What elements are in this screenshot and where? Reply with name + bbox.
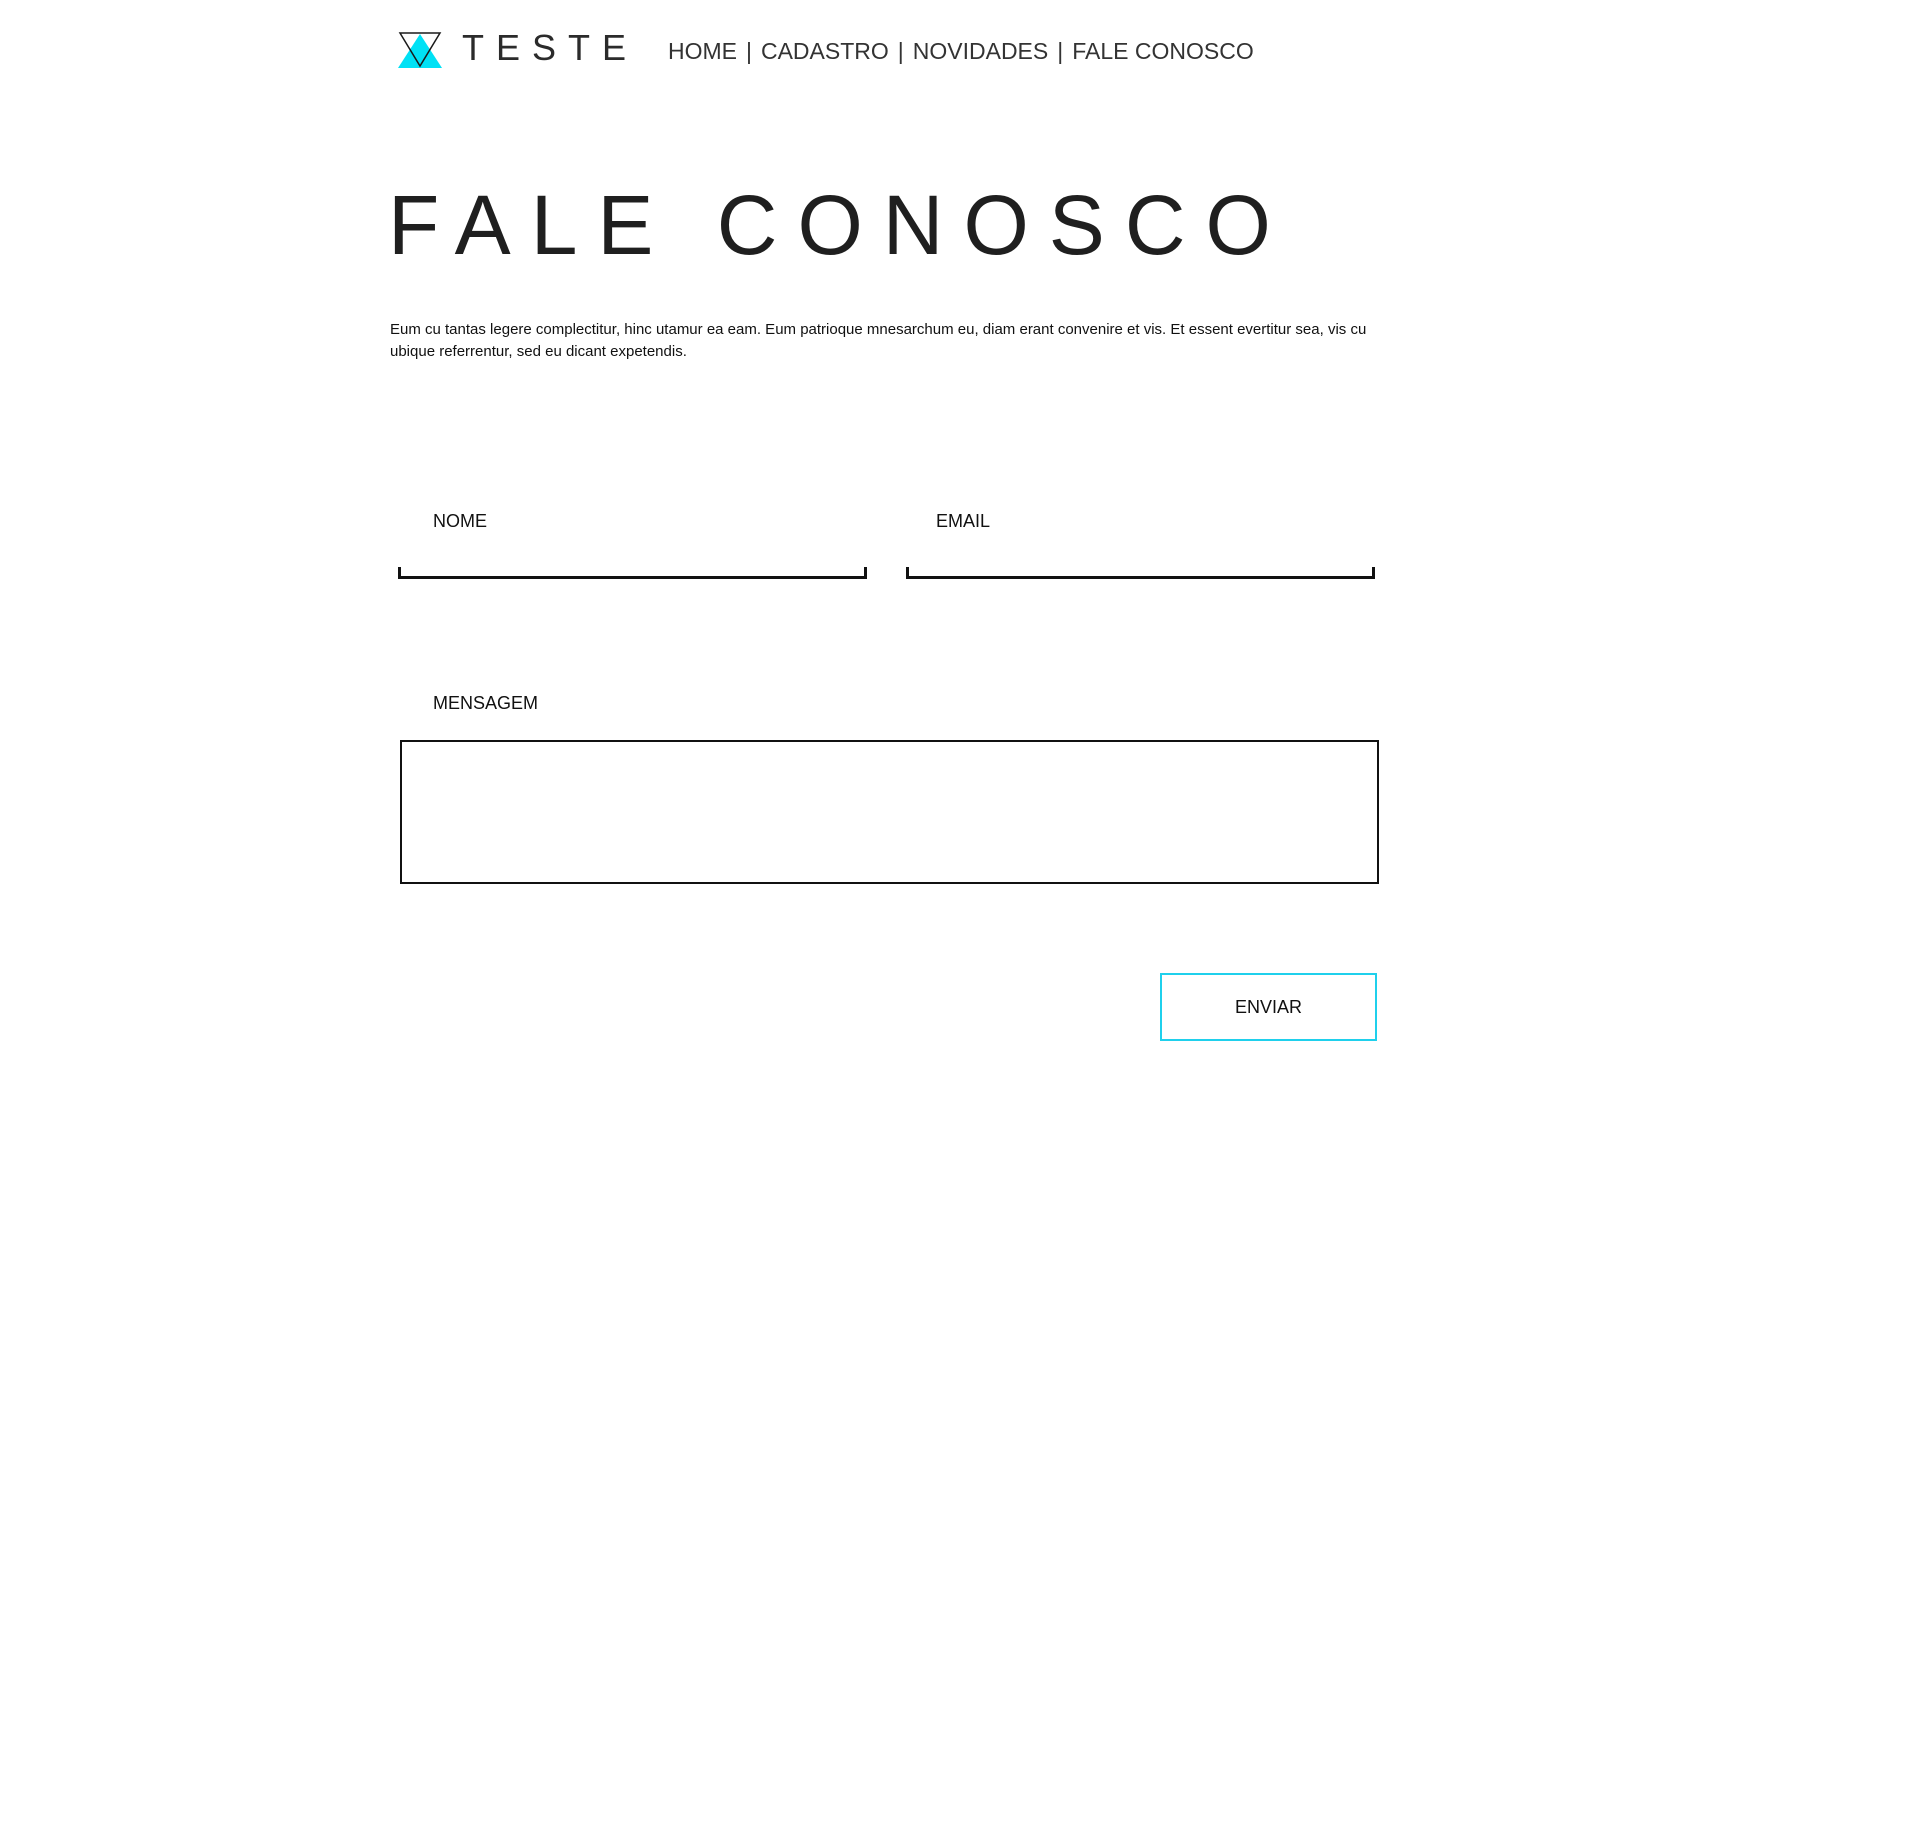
- intro-paragraph: Eum cu tantas legere complectitur, hinc …: [390, 321, 1367, 360]
- nav-item-home[interactable]: HOME: [668, 36, 737, 66]
- site-header: TESTE HOME | CADASTRO | NOVIDADES | FALE…: [0, 0, 1920, 100]
- site-logo-text[interactable]: TESTE: [462, 28, 638, 68]
- nav-item-novidades[interactable]: NOVIDADES: [913, 36, 1048, 66]
- email-field[interactable]: [906, 567, 1375, 579]
- mensagem-label: MENSAGEM: [433, 693, 539, 713]
- email-label: EMAIL: [936, 511, 991, 531]
- nome-label: NOME: [433, 511, 487, 531]
- nav-item-fale-conosco[interactable]: FALE CONOSCO: [1072, 36, 1253, 66]
- nav-separator: |: [746, 38, 752, 64]
- mensagem-textarea[interactable]: [400, 740, 1379, 884]
- triangle-logo-icon[interactable]: [398, 32, 442, 68]
- nav-item-cadastro[interactable]: CADASTRO: [761, 36, 889, 66]
- nome-field[interactable]: [398, 567, 867, 579]
- nav-separator: |: [897, 38, 904, 64]
- page-title: FALE CONOSCO: [388, 178, 1291, 272]
- nav-separator: |: [1057, 38, 1064, 64]
- main-nav: HOME | CADASTRO | NOVIDADES | FALE CONOS…: [668, 36, 1254, 66]
- enviar-button[interactable]: ENVIAR: [1160, 973, 1377, 1041]
